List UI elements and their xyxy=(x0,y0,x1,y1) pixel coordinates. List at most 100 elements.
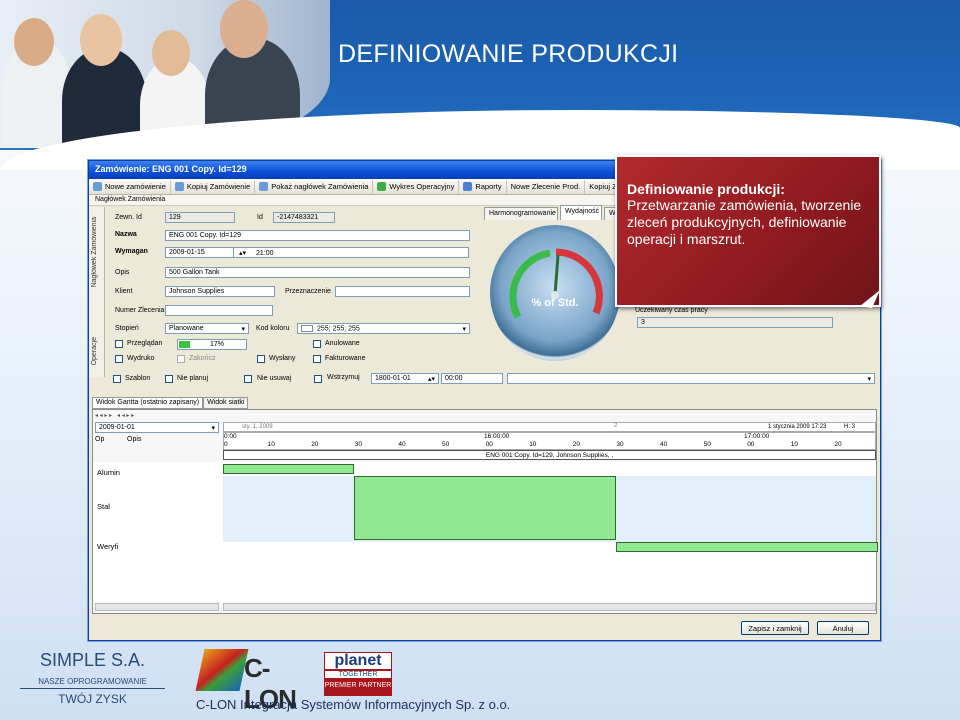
chart-scrollbar[interactable] xyxy=(223,603,876,611)
gauge-panel: % of Std. xyxy=(484,221,634,371)
premier-partner-text: PREMIER PARTNER xyxy=(324,682,392,689)
footer-brand: SIMPLE S.A. NASZE OPROGRAMOWANIE TWÓJ ZY… xyxy=(20,650,165,706)
gauge-dial xyxy=(509,248,603,319)
opis-field[interactable]: 500 Gallon Tank xyxy=(165,267,470,278)
wydruko-checkbox[interactable] xyxy=(115,355,123,363)
opis-label: Opis xyxy=(115,269,130,276)
gantt-nav-arrows[interactable]: ◂ ◂ ▸ ▸ ◂ ◂ ▸ ▸ xyxy=(95,412,134,419)
zewn-id-field[interactable]: 129 xyxy=(165,212,235,223)
numer-field[interactable] xyxy=(165,305,273,316)
row-label-weryfi: Weryfi xyxy=(97,542,119,551)
fakturowane-label: Fakturowane xyxy=(325,355,366,362)
timeline-tick-12: 00 xyxy=(747,441,755,448)
stopien-label: Stopień xyxy=(115,325,139,332)
wyslany-checkbox[interactable] xyxy=(257,355,265,363)
save-close-button[interactable]: Zapisz i zamknij xyxy=(741,621,809,635)
timeline-tick-11: 50 xyxy=(703,441,711,448)
timeline-tick-8: 20 xyxy=(572,441,581,448)
timeline-tick-7: 10 xyxy=(529,441,537,448)
wyslany-label: Wysłany xyxy=(269,355,296,362)
order-summary-bar[interactable]: ENG 001 Copy. Id=129, Johnson Supplies, … xyxy=(223,450,876,460)
klient-field[interactable]: Johnson Supplies xyxy=(165,286,275,297)
order-form: Zewn. Id 129 Id -2147483321 Nazwa ENG 00… xyxy=(107,207,479,377)
nie-planuj-label: Nie planuj xyxy=(177,375,209,382)
timeline-tick-5: 50 xyxy=(442,441,450,448)
tab-harmonogramowanie[interactable]: Harmonogramowanie xyxy=(484,207,558,220)
wymagan-time-field[interactable]: ▴▾ 21:00 xyxy=(233,247,469,258)
wstrzymuj-select[interactable]: ▾ xyxy=(507,373,875,384)
progress-fill xyxy=(179,341,190,348)
stopien-select[interactable]: Planowane ▾ xyxy=(165,323,249,334)
nazwa-field[interactable]: ENG 001 Copy. Id=129 xyxy=(165,230,470,241)
gantt-month-label: sty. 1, 2009 xyxy=(242,424,273,430)
gantt-bar-stal[interactable] xyxy=(354,476,616,540)
together-text: TOGETHER xyxy=(324,670,392,679)
side-tabs: Nagłówek Zamówienia Operacje xyxy=(89,207,105,377)
czas-field[interactable]: 3 xyxy=(637,317,833,328)
gantt-bar-alumin[interactable] xyxy=(223,464,354,474)
tab-gantt[interactable]: Widok Gantta (ostatnio zapisany) xyxy=(92,397,204,409)
nie-usuwaj-checkbox[interactable] xyxy=(244,375,252,383)
show-header-button[interactable]: Pokaż nagłówek Zamówienia xyxy=(255,179,374,194)
timeline-tick-10: 40 xyxy=(660,441,668,448)
performance-gauge: % of Std. xyxy=(490,225,620,361)
clon-logo: C-LON xyxy=(195,645,318,714)
reports-button[interactable]: Raporty xyxy=(459,179,507,194)
right-tabs: Harmonogramowanie Wydajność W xyxy=(484,205,634,221)
fakturowane-checkbox[interactable] xyxy=(313,355,321,363)
id-field[interactable]: -2147483321 xyxy=(273,212,335,223)
szablon-checkbox[interactable] xyxy=(113,375,121,383)
przegladan-checkbox[interactable] xyxy=(115,340,123,348)
gantt-bar-weryfi[interactable] xyxy=(616,542,878,552)
gantt-zoom: H: 3 xyxy=(844,424,856,430)
gantt-chart-area xyxy=(223,462,878,602)
timeline-tick-9: 30 xyxy=(616,441,624,448)
stopien-value: Planowane xyxy=(169,325,204,332)
wstrzymuj-date-field[interactable]: 1800-01-01 ▴▾ xyxy=(371,373,439,384)
side-tab-operations[interactable]: Operacje xyxy=(91,337,98,365)
tab-wydajnosc[interactable]: Wydajność xyxy=(560,205,602,220)
kod-koloru-select[interactable]: 255; 255; 255 ▾ xyxy=(297,323,470,334)
wstrzymuj-checkbox[interactable] xyxy=(314,375,322,383)
przeznaczenie-label: Przeznaczenie xyxy=(285,288,331,295)
wstrzymuj-time-field[interactable]: 00:00 xyxy=(441,373,503,384)
przeznaczenie-field[interactable] xyxy=(335,286,470,297)
header-icon xyxy=(259,182,269,191)
operations-chart-button[interactable]: Wykres Operacyjny xyxy=(373,179,460,194)
id-label: Id xyxy=(257,214,263,221)
report-icon xyxy=(463,182,473,191)
planet-together-logo: planet TOGETHER PREMIER PARTNER xyxy=(324,652,392,696)
anulowane-checkbox[interactable] xyxy=(313,340,321,348)
face-3 xyxy=(152,30,190,76)
col-op-header: Op xyxy=(95,436,105,443)
left-scrollbar[interactable] xyxy=(95,603,219,611)
dropdown-arrow-icon: ▾ xyxy=(867,376,871,383)
cancel-button[interactable]: Anuluj xyxy=(817,621,869,635)
zakoncz-label: Zakończ xyxy=(189,355,216,362)
face-1 xyxy=(14,18,54,66)
dropdown-arrow-icon: ▾ xyxy=(462,326,466,333)
nie-planuj-checkbox[interactable] xyxy=(165,375,173,383)
side-tab-header[interactable]: Nagłówek Zamówienia xyxy=(91,217,98,287)
spin-arrows-icon: ▴▾ xyxy=(239,250,247,257)
timeline-tick-14: 20 xyxy=(834,441,842,448)
copy-order-button[interactable]: Kopiuj Zamówienie xyxy=(171,179,256,194)
color-swatch-icon xyxy=(301,325,313,332)
gantt-date-select[interactable]: 2009-01-01 ▾ xyxy=(95,422,219,433)
wymagan-label: Wymagan xyxy=(115,248,148,255)
tab-grid[interactable]: Widok siatki xyxy=(203,397,249,409)
timeline-tick-13: 10 xyxy=(790,441,799,448)
gantt-date-value: 2009-01-01 xyxy=(99,424,135,431)
new-production-order-button[interactable]: Nowe Zlecenie Prod. xyxy=(507,179,586,194)
chart-icon xyxy=(377,182,387,191)
timeline-hour-0: 0:00 xyxy=(224,433,237,440)
anulowane-label: Anulowane xyxy=(325,340,360,347)
face-4 xyxy=(220,0,268,58)
footer-company: SIMPLE S.A. xyxy=(39,650,146,670)
wymagan-date-field[interactable]: 2009-01-15 xyxy=(165,247,237,258)
footer-slogan: TWÓJ ZYSK xyxy=(58,692,127,706)
new-order-button[interactable]: Nowe zamówienie xyxy=(89,179,171,194)
zakoncz-checkbox[interactable] xyxy=(177,355,185,363)
przegladan-label: Przeglądan xyxy=(127,340,163,347)
timeline-tick-1: 10 xyxy=(267,441,275,448)
